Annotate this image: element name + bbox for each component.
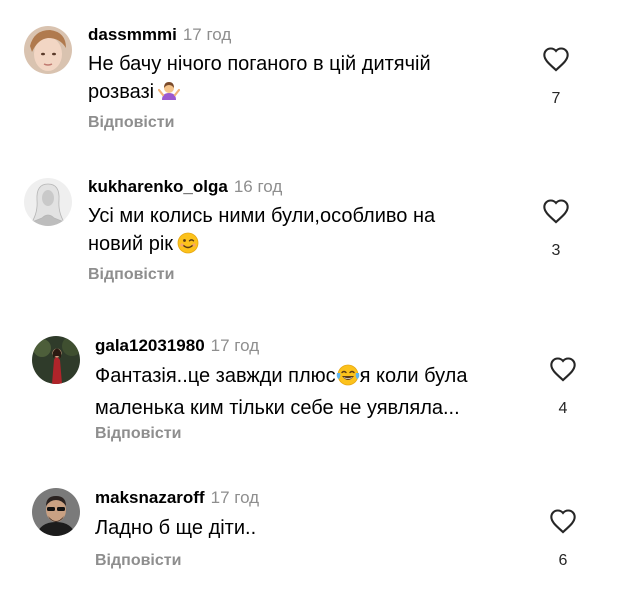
like-group: 6: [545, 508, 581, 570]
comment-meta: kukharenko_olga 16 год: [88, 177, 282, 197]
comment-text: Ладно б ще діти..: [95, 514, 515, 542]
reply-button[interactable]: Відповісти: [88, 114, 174, 132]
heart-outline-icon[interactable]: [542, 198, 570, 224]
reply-button[interactable]: Відповісти: [95, 552, 181, 570]
reply-button[interactable]: Відповісти: [88, 266, 174, 284]
like-count: 6: [558, 552, 568, 569]
comment-text-line: маленька ким тільки себе не уявляла...: [95, 397, 460, 419]
comment-username[interactable]: maksnazaroff: [95, 488, 205, 507]
comment-text-line: розвазі: [88, 78, 508, 110]
face-with-tears-of-joy-emoji-icon: [336, 364, 360, 394]
avatar[interactable]: [32, 336, 80, 384]
comment-username[interactable]: dassmmmi: [88, 25, 177, 44]
heart-outline-icon[interactable]: [542, 46, 570, 72]
comment-text-fragment: я коли була: [359, 365, 468, 387]
comment-text: Усі ми колись ними були,особливо на нови…: [88, 202, 508, 262]
comment-time: 17 год: [182, 25, 232, 44]
like-count: 4: [558, 400, 568, 417]
like-count: 7: [551, 90, 561, 107]
avatar[interactable]: [32, 488, 80, 536]
woman-shrugging-emoji-icon: [158, 80, 181, 110]
comment-text-line: новий рік: [88, 230, 508, 262]
comment-meta: gala12031980 17 год: [95, 336, 259, 356]
reply-button[interactable]: Відповісти: [95, 425, 181, 443]
comment-username[interactable]: kukharenko_olga: [88, 177, 228, 196]
comment-time: 17 год: [210, 336, 260, 355]
comment-text-fragment: новий рік: [88, 233, 174, 255]
comment-text: Фантазія..це завжди плюс я коли була мал…: [95, 362, 535, 422]
comment-meta: maksnazaroff 17 год: [95, 488, 259, 508]
winking-face-emoji-icon: [177, 232, 199, 262]
comment-text-line: Фантазія..це завжди плюс я коли була: [95, 362, 535, 394]
heart-outline-icon[interactable]: [549, 508, 577, 534]
comment-username[interactable]: gala12031980: [95, 336, 205, 355]
like-group: 4: [545, 356, 581, 418]
comment-text-line: Ладно б ще діти..: [95, 517, 257, 539]
like-count: 3: [551, 242, 561, 259]
comment-text-line: Усі ми колись ними були,особливо на: [88, 205, 436, 227]
comment-text: Не бачу нічого поганого в цій дитячій ро…: [88, 50, 508, 110]
comment-meta: dassmmmi 17 год: [88, 25, 231, 45]
comment-text-fragment: Фантазія..це завжди плюс: [95, 365, 336, 387]
comment-text-line: Не бачу нічого поганого в цій дитячій: [88, 53, 431, 75]
like-group: 3: [538, 198, 574, 260]
comment-time: 17 год: [210, 488, 260, 507]
comment-time: 16 год: [233, 177, 283, 196]
avatar[interactable]: [24, 178, 72, 226]
comment-text-fragment: розвазі: [88, 81, 155, 103]
like-group: 7: [538, 46, 574, 108]
heart-outline-icon[interactable]: [549, 356, 577, 382]
avatar[interactable]: [24, 26, 72, 74]
